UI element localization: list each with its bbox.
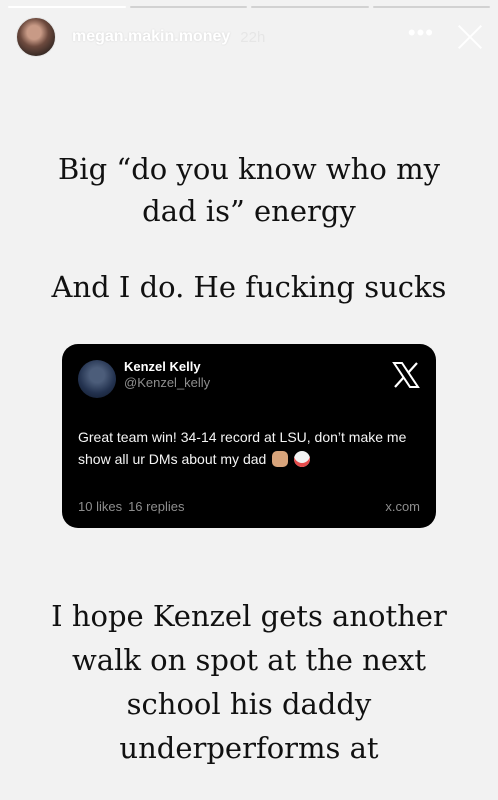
tweet-text-content: Great team win! 34-14 record at LSU, don… [78, 429, 407, 467]
story-progress-bar [8, 6, 490, 8]
fist-bump-emoji-icon [272, 451, 289, 467]
story-text-top: Big “do you know who my dad is” energy [0, 148, 498, 232]
story-header: megan.makin.money 22h ••• [16, 16, 484, 58]
tweet-avatar [78, 360, 116, 398]
clown-emoji-icon [294, 451, 311, 467]
story-text-bottom-content: I hope Kenzel gets another walk on spot … [51, 599, 447, 765]
progress-segment [251, 6, 369, 8]
story-text-top-content: Big “do you know who my dad is” energy [58, 152, 440, 228]
avatar[interactable] [16, 17, 56, 57]
tweet-card[interactable]: Kenzel Kelly @Kenzel_kelly Great team wi… [62, 344, 436, 528]
post-time: 22h [240, 28, 266, 46]
tweet-footer: 10 likes 16 replies x.com [78, 499, 420, 514]
close-icon[interactable] [456, 23, 484, 51]
more-icon[interactable]: ••• [408, 22, 434, 44]
tweet-author-handle: @Kenzel_kelly [124, 375, 211, 390]
tweet-source: x.com [385, 499, 420, 514]
story-text-middle: And I do. He fucking sucks [51, 270, 447, 304]
tweet-header: Kenzel Kelly @Kenzel_kelly [78, 358, 420, 398]
tweet-text: Great team win! 34-14 record at LSU, don… [78, 426, 420, 470]
tweet-likes: 10 likes [78, 499, 123, 514]
tweet-names: Kenzel Kelly @Kenzel_kelly [124, 358, 210, 391]
tweet-replies: 16 replies [128, 499, 185, 514]
story-text-bottom: I hope Kenzel gets another walk on spot … [0, 594, 498, 770]
username[interactable]: megan.makin.money [72, 28, 230, 46]
x-logo-icon [392, 362, 420, 388]
progress-segment [129, 6, 247, 8]
progress-segment [8, 6, 126, 8]
tweet-author-name: Kenzel Kelly [124, 359, 201, 374]
progress-segment [372, 6, 490, 8]
